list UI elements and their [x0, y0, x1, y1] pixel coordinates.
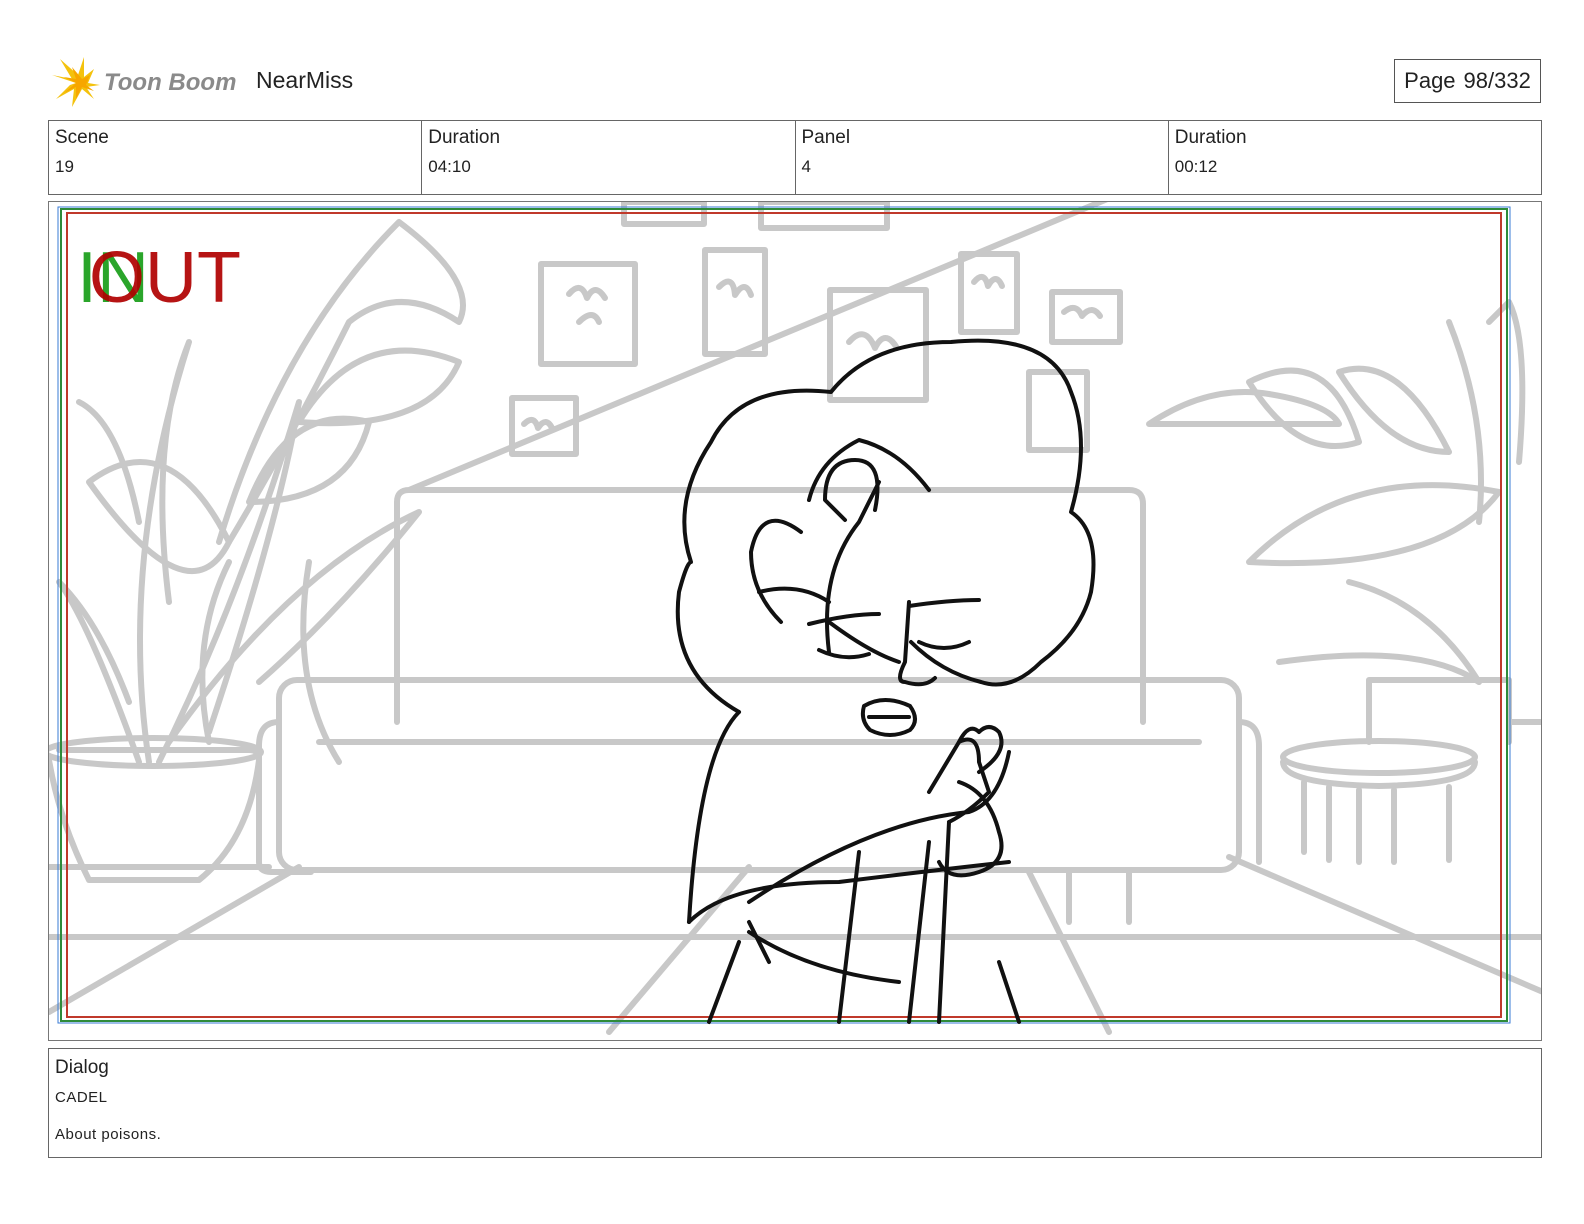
dialog-label: Dialog [55, 1057, 109, 1078]
panel-cell: Panel 4 [796, 121, 1169, 194]
background-sketch [49, 202, 1541, 1035]
panel-label: Panel [801, 127, 851, 148]
scene-value: 19 [55, 157, 74, 176]
dialog-speaker: CADEL [55, 1089, 108, 1106]
panel-sketch: IN OUT [49, 202, 1541, 1035]
project-title: NearMiss [256, 67, 354, 93]
scene-duration-label: Duration [428, 127, 501, 148]
scene-duration-value: 04:10 [428, 157, 471, 176]
scene-cell: Scene 19 [49, 121, 423, 194]
page-number: 98/332 [1463, 68, 1531, 93]
panel-value: 4 [801, 157, 811, 176]
page-label: Page [1404, 68, 1456, 93]
panel-duration-value: 00:12 [1174, 157, 1218, 176]
page-indicator: Page 98/332 [1394, 59, 1541, 103]
starburst-icon [52, 57, 100, 107]
scene-duration-cell: Duration 04:10 [422, 121, 796, 194]
panel-duration-label: Duration [1174, 127, 1247, 148]
dialog-line: About poisons. [55, 1126, 162, 1143]
toon-boom-logo: Toon Boom [50, 55, 240, 111]
scene-info-row: Scene 19 Duration 04:10 Panel 4 Duration… [48, 120, 1542, 195]
scene-label: Scene [55, 127, 109, 148]
dialog-box: Dialog CADEL About poisons. [48, 1048, 1542, 1158]
storyboard-panel: IN OUT [48, 201, 1542, 1041]
out-marker: OUT [89, 238, 241, 318]
panel-duration-cell: Duration 00:12 [1169, 121, 1541, 194]
logo-wordmark: Toon Boom [104, 69, 236, 96]
